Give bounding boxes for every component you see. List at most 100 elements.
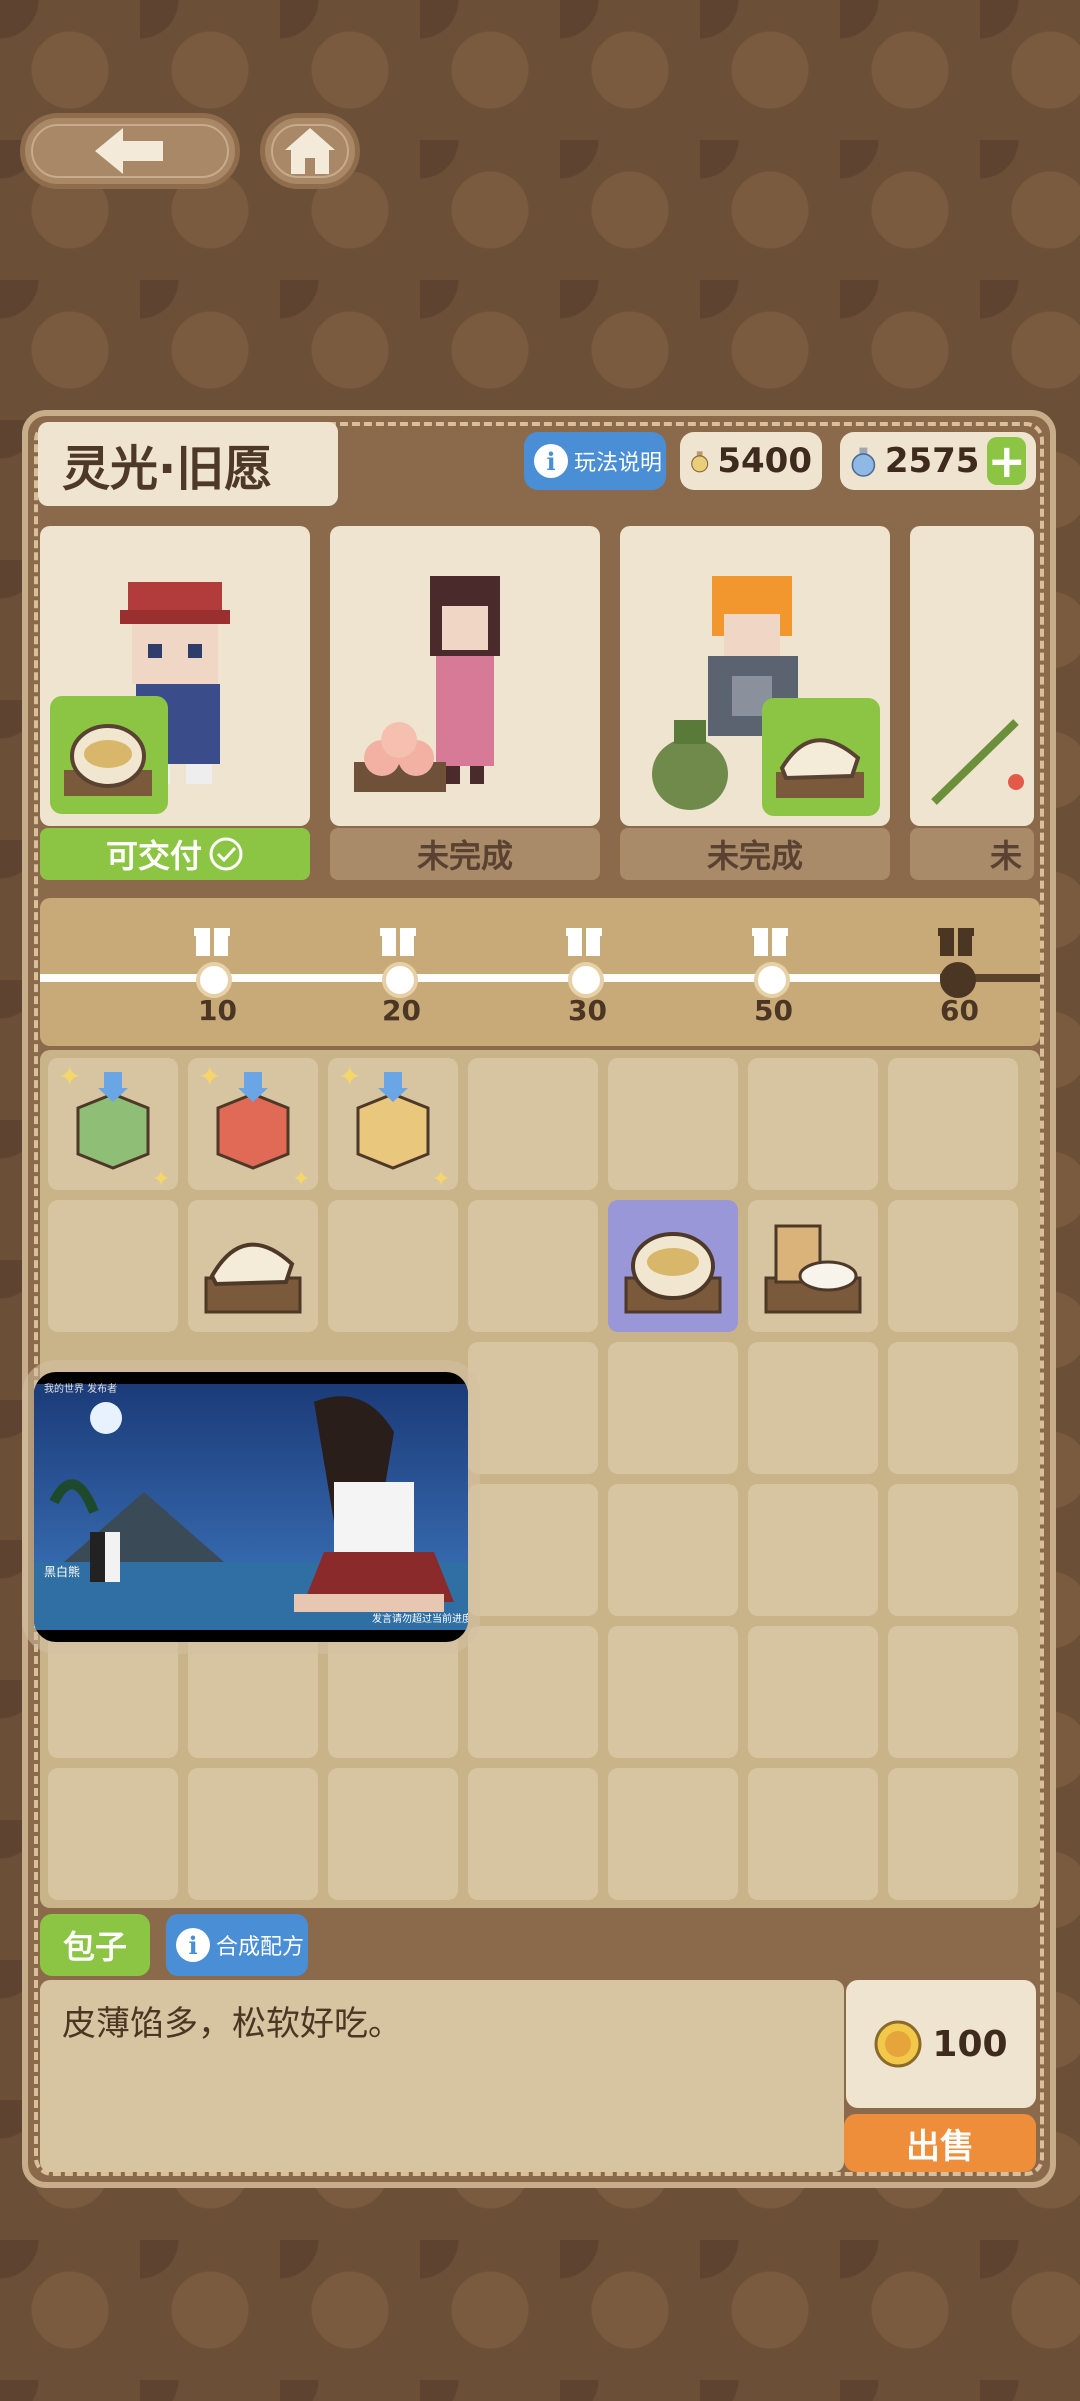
board-cell[interactable] xyxy=(748,1768,878,1900)
board-cell[interactable] xyxy=(888,1626,1018,1758)
home-button[interactable] xyxy=(260,113,360,189)
board-cell[interactable] xyxy=(608,1058,738,1190)
board-cell[interactable] xyxy=(328,1626,458,1758)
steamed-bun-icon xyxy=(64,724,152,796)
help-button[interactable]: i 玩法说明 xyxy=(524,432,666,490)
gem-counter: 2575 + xyxy=(840,432,1036,490)
item-name: 包子 xyxy=(40,1914,150,1976)
board-cell[interactable] xyxy=(748,1626,878,1758)
board-cell[interactable] xyxy=(468,1342,598,1474)
milestone-label: 60 xyxy=(940,994,979,1027)
recipe-button[interactable]: i 合成配方 xyxy=(166,1914,308,1976)
gift-icon[interactable] xyxy=(750,918,790,958)
page-title: 灵光·旧愿 xyxy=(38,422,338,506)
milestone-label: 20 xyxy=(382,994,421,1027)
milestone-dot xyxy=(382,962,418,998)
board-cell[interactable] xyxy=(468,1484,598,1616)
progress-fill xyxy=(40,974,940,982)
board-cell[interactable] xyxy=(328,1200,458,1332)
gold-amount: 5400 xyxy=(717,441,812,481)
gem-amount: 2575 xyxy=(884,441,980,481)
order-status: 可交付 xyxy=(40,828,310,880)
board-cell[interactable] xyxy=(888,1768,1018,1900)
board-cell[interactable] xyxy=(888,1484,1018,1616)
gold-potion-icon xyxy=(691,451,709,473)
order-card[interactable] xyxy=(910,526,1034,826)
coin-icon xyxy=(874,2020,922,2068)
back-button[interactable] xyxy=(20,113,240,189)
board-cell[interactable] xyxy=(328,1768,458,1900)
steamed-bun-icon xyxy=(624,1232,722,1314)
board-cell[interactable] xyxy=(888,1342,1018,1474)
item-description: 皮薄馅多，松软好吃。 xyxy=(40,1980,844,2172)
order-status: 未完成 xyxy=(330,828,600,880)
board-cell[interactable] xyxy=(888,1200,1018,1332)
milestone-dot xyxy=(754,962,790,998)
board-cell[interactable] xyxy=(48,1200,178,1332)
order-card[interactable] xyxy=(620,526,890,826)
home-icon xyxy=(285,128,335,174)
board-cell[interactable]: ✦ ✦ xyxy=(328,1058,458,1192)
video-speaker: 黑白熊 xyxy=(44,1564,80,1579)
board-cell[interactable] xyxy=(748,1342,878,1474)
milestone-label: 50 xyxy=(754,994,793,1027)
help-label: 玩法说明 xyxy=(574,451,663,476)
board-cell[interactable] xyxy=(748,1058,878,1190)
floating-video-window[interactable]: 我的世界 发布者 黑白熊 发言请勿超过当前进度 xyxy=(34,1372,468,1642)
board-cell[interactable] xyxy=(608,1768,738,1900)
board-cell[interactable] xyxy=(468,1768,598,1900)
board-cell[interactable] xyxy=(608,1342,738,1474)
board-cell[interactable] xyxy=(748,1484,878,1616)
info-icon: i xyxy=(176,1928,210,1962)
video-top-text: 我的世界 发布者 xyxy=(44,1382,117,1395)
fishing-rod-icon xyxy=(931,719,1024,805)
add-gems-button[interactable]: + xyxy=(987,437,1026,485)
check-circle-icon xyxy=(209,837,243,871)
board-cell[interactable] xyxy=(748,1200,878,1332)
order-card[interactable] xyxy=(330,526,600,826)
board-cell[interactable] xyxy=(468,1626,598,1758)
milestone-dot xyxy=(940,962,976,998)
svg-text:✦: ✦ xyxy=(292,1167,310,1190)
sell-button[interactable]: 出售 xyxy=(844,2114,1036,2172)
board-cell[interactable]: ✦ ✦ xyxy=(48,1058,178,1192)
price-display: 100 xyxy=(846,1980,1036,2108)
board-cell[interactable] xyxy=(608,1484,738,1616)
board-cell-selected[interactable] xyxy=(608,1200,738,1332)
gift-icon[interactable] xyxy=(564,918,604,958)
gift-icon[interactable] xyxy=(192,918,232,958)
svg-text:✦: ✦ xyxy=(432,1167,450,1190)
video-caption: 发言请勿超过当前进度 xyxy=(372,1612,468,1625)
yellow-gift-box-icon: ✦ ✦ xyxy=(338,1060,450,1192)
board-cell[interactable]: ✦ ✦ xyxy=(188,1058,318,1192)
svg-text:✦: ✦ xyxy=(58,1060,81,1093)
gold-counter: 5400 xyxy=(680,432,822,490)
green-gift-box-icon: ✦ ✦ xyxy=(58,1060,170,1192)
gift-icon[interactable] xyxy=(936,918,976,958)
requested-item-bun xyxy=(50,696,168,814)
peach-buns-icon xyxy=(354,722,446,792)
noodle-bundle-icon xyxy=(776,738,864,798)
board-cell[interactable] xyxy=(188,1200,318,1332)
order-card[interactable] xyxy=(40,526,310,826)
flour-bag-icon xyxy=(764,1224,862,1314)
board-cell[interactable] xyxy=(188,1626,318,1758)
board-cell[interactable] xyxy=(48,1626,178,1758)
board-cell[interactable] xyxy=(468,1058,598,1190)
board-cell[interactable] xyxy=(608,1626,738,1758)
gift-icon[interactable] xyxy=(378,918,418,958)
recipe-label: 合成配方 xyxy=(216,1935,305,1960)
board-cell[interactable] xyxy=(468,1200,598,1332)
info-icon: i xyxy=(534,444,568,478)
board-cell[interactable] xyxy=(48,1768,178,1900)
board-cell[interactable] xyxy=(888,1058,1018,1190)
blue-potion-icon xyxy=(851,447,876,477)
noodle-bundle-icon xyxy=(204,1242,302,1314)
milestone-dot xyxy=(568,962,604,998)
price-value: 100 xyxy=(932,2023,1008,2065)
board-cell[interactable] xyxy=(188,1768,318,1900)
svg-text:✦: ✦ xyxy=(198,1060,221,1093)
requested-item-noodles xyxy=(762,698,880,816)
vegetable-sack-icon xyxy=(652,720,728,810)
reward-track: 10 20 30 50 60 xyxy=(40,898,1040,1046)
